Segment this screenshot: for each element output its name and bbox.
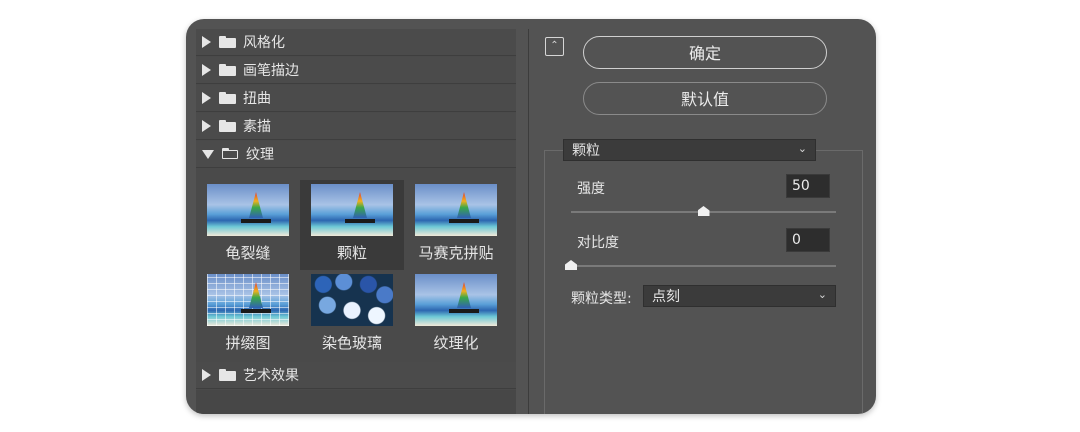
expand-triangle-icon[interactable]: [202, 92, 211, 104]
folder-icon: [219, 120, 236, 132]
category-sketch[interactable]: 素描: [196, 113, 516, 140]
category-label: 风格化: [243, 35, 285, 51]
ok-button[interactable]: 确定: [583, 36, 827, 69]
folder-icon: [219, 36, 236, 48]
category-artistic[interactable]: 艺术效果: [196, 362, 516, 389]
filter-label: 纹理化: [433, 334, 479, 352]
default-button[interactable]: 默认值: [583, 82, 827, 115]
category-label: 扭曲: [243, 91, 271, 107]
contrast-input[interactable]: 0: [786, 228, 830, 252]
filter-thumb-patchwork[interactable]: 拼缀图: [196, 270, 300, 360]
filter-label: 龟裂缝: [225, 244, 271, 262]
folder-icon: [219, 64, 236, 76]
folder-icon: [219, 92, 236, 104]
category-label: 画笔描边: [243, 63, 299, 79]
contrast-label: 对比度: [577, 235, 619, 251]
filter-thumb-craquelure[interactable]: 龟裂缝: [196, 180, 300, 270]
filter-category-panel: 风格化 画笔描边 扭曲 素描 纹理 龟裂缝 颗粒 马赛克拼贴 拼缀图 染色玻璃 …: [196, 29, 516, 414]
collapse-gallery-icon[interactable]: ⌃: [545, 37, 564, 56]
folder-icon: [219, 369, 236, 381]
grain-type-select[interactable]: 点刻 ⌄: [643, 285, 836, 307]
filter-thumb-texturizer[interactable]: 纹理化: [404, 270, 508, 360]
filter-preview-image: [415, 274, 497, 326]
intensity-label: 强度: [577, 181, 605, 197]
filter-label: 染色玻璃: [321, 334, 382, 352]
filter-label: 颗粒: [336, 244, 367, 262]
filter-select-value: 颗粒: [572, 143, 600, 159]
panel-divider: [528, 29, 529, 414]
chevron-down-icon: ⌄: [797, 142, 807, 156]
category-brush-strokes[interactable]: 画笔描边: [196, 57, 516, 84]
filter-preview-image: [415, 184, 497, 236]
category-distort[interactable]: 扭曲: [196, 85, 516, 112]
filter-thumb-stained-glass[interactable]: 染色玻璃: [300, 270, 404, 360]
intensity-input[interactable]: 50: [786, 174, 830, 198]
texture-filter-thumbnails: 龟裂缝 颗粒 马赛克拼贴 拼缀图 染色玻璃 纹理化: [196, 180, 516, 356]
filter-preview-image: [207, 184, 289, 236]
chevron-down-icon: ⌄: [817, 288, 827, 302]
expand-triangle-icon[interactable]: [202, 369, 211, 381]
filter-thumb-mosaic-tiles[interactable]: 马赛克拼贴: [404, 180, 508, 270]
expand-triangle-icon[interactable]: [202, 120, 211, 132]
category-label: 纹理: [246, 147, 274, 163]
filter-thumb-grain[interactable]: 颗粒: [300, 180, 404, 270]
category-texture[interactable]: 纹理: [196, 141, 516, 168]
filter-label: 拼缀图: [225, 334, 271, 352]
category-label: 素描: [243, 119, 271, 135]
open-folder-icon: [222, 148, 239, 160]
category-stylize[interactable]: 风格化: [196, 29, 516, 56]
contrast-slider-track[interactable]: [571, 265, 836, 267]
grain-type-value: 点刻: [652, 289, 680, 305]
panel-empty-area: [196, 390, 516, 414]
filter-select[interactable]: 颗粒 ⌄: [563, 139, 816, 161]
expand-triangle-icon[interactable]: [202, 36, 211, 48]
expand-triangle-icon[interactable]: [202, 64, 211, 76]
filter-preview-image: [207, 274, 289, 326]
filter-gallery-dialog: 风格化 画笔描边 扭曲 素描 纹理 龟裂缝 颗粒 马赛克拼贴 拼缀图 染色玻璃 …: [186, 19, 876, 414]
filter-preview-image: [311, 184, 393, 236]
filter-preview-image: [311, 274, 393, 326]
filter-label: 马赛克拼贴: [418, 244, 494, 262]
category-label: 艺术效果: [243, 368, 299, 384]
grain-type-label: 颗粒类型:: [571, 291, 632, 307]
collapse-triangle-icon[interactable]: [202, 149, 214, 159]
